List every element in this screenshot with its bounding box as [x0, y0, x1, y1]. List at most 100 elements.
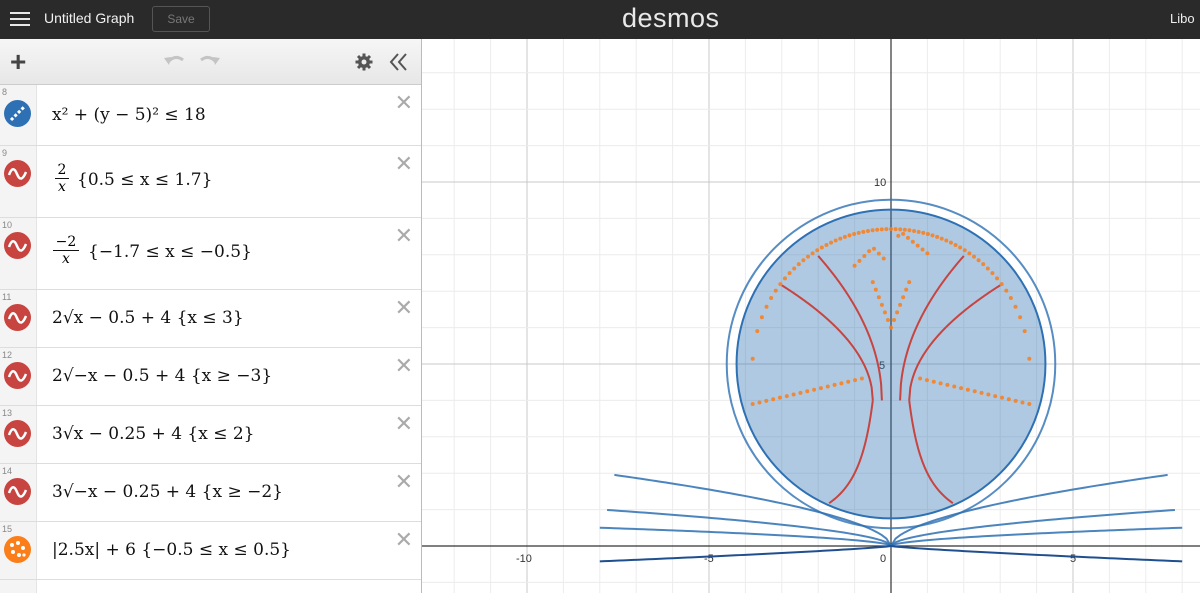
- expression-gutter: 9: [0, 146, 37, 217]
- orange-dot-v-arm: [901, 231, 906, 236]
- orange-dot-arc: [750, 356, 755, 361]
- orange-dot-lower-right: [1006, 397, 1011, 402]
- orange-dot-arc: [847, 233, 852, 238]
- function-wave-icon[interactable]: [4, 420, 31, 447]
- expression-latex[interactable]: {−1.7 ≤ x ≤ −0.5}: [88, 242, 252, 262]
- orange-dot-arc: [893, 227, 898, 232]
- orange-dot-lower-left: [859, 376, 864, 381]
- inequality-region-icon[interactable]: [4, 100, 31, 127]
- expression-gutter: 13: [0, 406, 37, 463]
- orange-dot-arc: [861, 229, 866, 234]
- user-name[interactable]: Libo: [1170, 11, 1195, 26]
- function-wave-icon[interactable]: [4, 232, 31, 259]
- orange-dot-lower-right: [1027, 402, 1032, 407]
- expression-row-10[interactable]: 10 −2 x {−1.7 ≤ x ≤ −0.5} ✕: [0, 218, 421, 290]
- close-icon[interactable]: ✕: [395, 91, 413, 116]
- orange-dot-lower-left: [846, 379, 851, 384]
- expression-row-9[interactable]: 9 2 x {0.5 ≤ x ≤ 1.7} ✕: [0, 146, 421, 218]
- disk-region: [735, 208, 1047, 520]
- orange-dot-v: [870, 280, 875, 285]
- plotted-curves: [599, 198, 1183, 563]
- function-wave-icon[interactable]: [4, 478, 31, 505]
- orange-dot-lower-left: [825, 384, 830, 389]
- orange-dot-arc: [935, 234, 940, 239]
- expression-row-12[interactable]: 12 2√−x − 0.5 + 4 {x ≥ −3} ✕: [0, 348, 421, 406]
- function-wave-icon[interactable]: [4, 160, 31, 187]
- close-icon[interactable]: ✕: [395, 152, 413, 177]
- orange-dot-arc: [939, 236, 944, 241]
- expression-row-8[interactable]: 8 x² + (y − 5)² ≤ 18 ✕: [0, 85, 421, 146]
- orange-dot-lower-left: [839, 381, 844, 386]
- orange-dot-arc: [865, 228, 870, 233]
- orange-dot-lower-right: [1020, 400, 1025, 405]
- expression-fraction[interactable]: −2 x: [53, 234, 79, 267]
- orange-dot-arc: [810, 251, 815, 256]
- orange-dot-v-arm: [896, 233, 901, 238]
- orange-dot-v-arm: [915, 243, 920, 248]
- expression-row-15[interactable]: 15 |2.5x| + 6 {−0.5 ≤ x ≤ 0.5} ✕: [0, 522, 421, 580]
- expression-number: 11: [2, 292, 12, 302]
- close-icon[interactable]: ✕: [395, 412, 413, 437]
- orange-dot-v-arm: [905, 235, 910, 240]
- function-wave-icon[interactable]: [4, 304, 31, 331]
- orange-dot-lower-right: [972, 389, 977, 394]
- fraction-numerator: 2: [55, 162, 69, 179]
- orange-dot-arc: [806, 254, 811, 259]
- orange-dot-v-arm: [881, 256, 886, 261]
- close-icon[interactable]: ✕: [395, 528, 413, 553]
- expression-number: 10: [2, 220, 13, 230]
- expression-latex[interactable]: 2√−x − 0.5 + 4 {x ≥ −3}: [52, 366, 272, 386]
- expression-fraction[interactable]: 2 x: [55, 162, 69, 195]
- function-wave-icon[interactable]: [4, 362, 31, 389]
- orange-dot-lower-right: [918, 376, 923, 381]
- expression-row-13[interactable]: 13 3√x − 0.25 + 4 {x ≤ 2} ✕: [0, 406, 421, 464]
- orange-dot-arc: [1027, 356, 1032, 361]
- orange-dot-v: [885, 318, 890, 323]
- plus-icon[interactable]: +: [10, 46, 26, 78]
- orange-dot-arc: [962, 248, 967, 253]
- dotted-points-icon[interactable]: [4, 536, 31, 563]
- orange-dot-lower-left: [832, 382, 837, 387]
- close-icon[interactable]: ✕: [395, 296, 413, 321]
- top-bar: Untitled Graph Save desmos Libo: [0, 0, 1200, 39]
- expression-row-11[interactable]: 11 2√x − 0.5 + 4 {x ≤ 3} ✕: [0, 290, 421, 348]
- x-tick-label: -5: [704, 553, 714, 565]
- gear-icon[interactable]: [355, 53, 373, 71]
- orange-dot-lower-left: [784, 394, 789, 399]
- orange-dot-arc: [852, 232, 857, 237]
- expression-latex[interactable]: |2.5x| + 6 {−0.5 ≤ x ≤ 0.5}: [52, 540, 291, 560]
- expression-row-next[interactable]: [0, 580, 421, 593]
- expression-row-14[interactable]: 14 3√−x − 0.25 + 4 {x ≥ −2} ✕: [0, 464, 421, 522]
- close-icon[interactable]: ✕: [395, 354, 413, 379]
- graph-canvas[interactable]: -10 -5 0 5 5 10: [422, 39, 1200, 593]
- expression-number: 9: [2, 148, 8, 158]
- expression-latex[interactable]: 3√x − 0.25 + 4 {x ≤ 2}: [52, 424, 255, 444]
- orange-dot-arc: [916, 229, 921, 234]
- expression-latex[interactable]: 2√x − 0.5 + 4 {x ≤ 3}: [52, 308, 244, 328]
- orange-dot-lower-left: [791, 392, 796, 397]
- orange-dot-arc: [985, 266, 990, 271]
- orange-dot-arc: [907, 228, 912, 233]
- redo-icon[interactable]: [197, 53, 221, 69]
- expression-latex[interactable]: {0.5 ≤ x ≤ 1.7}: [77, 170, 212, 190]
- orange-dot-arc: [958, 245, 963, 250]
- double-chevron-left-icon[interactable]: [389, 52, 409, 72]
- orange-dot-arc: [842, 234, 847, 239]
- orange-dot-arc: [796, 262, 801, 267]
- save-button[interactable]: Save: [152, 6, 210, 32]
- orange-dot-arc: [769, 296, 774, 301]
- close-icon[interactable]: ✕: [395, 470, 413, 495]
- orange-dot-arc: [801, 258, 806, 263]
- orange-dot-arc: [990, 271, 995, 276]
- expression-latex[interactable]: 3√−x − 0.25 + 4 {x ≥ −2}: [52, 482, 283, 502]
- orange-dot-arc: [829, 240, 834, 245]
- expression-latex[interactable]: x² + (y − 5)² ≤ 18: [52, 105, 206, 125]
- fraction-denominator: x: [58, 179, 66, 195]
- orange-dot-lower-right: [931, 379, 936, 384]
- graph-title[interactable]: Untitled Graph: [44, 10, 134, 26]
- hamburger-menu-icon[interactable]: [10, 9, 30, 29]
- close-icon[interactable]: ✕: [395, 224, 413, 249]
- undo-icon[interactable]: [163, 53, 187, 69]
- orange-dot-arc: [879, 227, 884, 232]
- orange-dot-arc: [1022, 329, 1027, 334]
